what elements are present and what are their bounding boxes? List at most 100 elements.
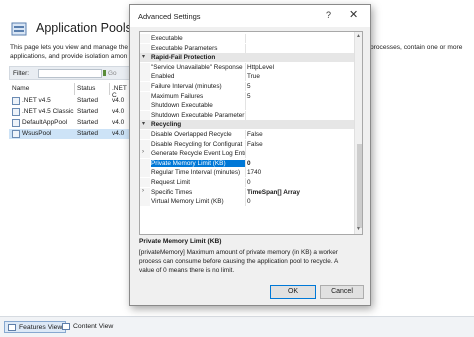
property-row[interactable]: › Generate Recycle Event Log Entr: [140, 149, 354, 159]
close-button[interactable]: ✕: [349, 8, 358, 21]
property-name: Executable: [151, 35, 183, 42]
property-value[interactable]: False: [247, 131, 353, 138]
column-divider: [245, 149, 246, 159]
property-row[interactable]: › Specific Times TimeSpan[] Array: [140, 187, 354, 197]
property-row[interactable]: Regular Time Interval (minutes) 1740: [140, 168, 354, 178]
column-divider: [245, 158, 246, 168]
tab-features-view[interactable]: Features View: [4, 321, 67, 333]
row-gutter: [140, 130, 150, 139]
app-pool-icon: [12, 119, 20, 127]
property-value[interactable]: TimeSpan[] Array: [247, 189, 353, 196]
column-divider: [245, 139, 246, 149]
pool-name: DefaultAppPool: [22, 119, 68, 126]
page-description-line1: This page lets you view and manage the l: [10, 44, 132, 51]
property-row[interactable]: Shutdown Executable Parameter: [140, 110, 354, 120]
property-value[interactable]: True: [247, 73, 353, 80]
tab-features-label: Features View: [19, 324, 63, 331]
app-pool-icon: [12, 130, 20, 138]
property-name: Regular Time Interval (minutes): [151, 169, 241, 177]
dialog-titlebar[interactable]: Advanced Settings ? ✕: [130, 5, 370, 27]
property-row[interactable]: Virtual Memory Limit (KB) 0: [140, 197, 354, 207]
column-divider: [245, 197, 246, 207]
column-header-name[interactable]: Name: [12, 85, 29, 92]
property-row[interactable]: Enabled True: [140, 72, 354, 82]
pool-row[interactable]: .NET v4.5 Classic Started v4.0: [9, 107, 131, 117]
property-row[interactable]: Maximum Failures 5: [140, 91, 354, 101]
column-divider: [74, 83, 75, 95]
property-value[interactable]: 0: [247, 198, 353, 205]
pool-status: Started: [77, 130, 98, 137]
help-button[interactable]: ?: [326, 10, 331, 20]
property-name: Request Limit: [151, 179, 191, 186]
vertical-scrollbar[interactable]: ▲ ▼: [354, 32, 362, 234]
scroll-up-icon[interactable]: ▲: [356, 33, 361, 39]
filter-label: Filter:: [13, 70, 29, 77]
description-line: [privateMemory] Maximum amount of privat…: [139, 249, 338, 256]
property-row[interactable]: Executable Parameters: [140, 43, 354, 53]
pool-name: .NET v4.5 Classic: [22, 108, 74, 115]
property-row[interactable]: Executable: [140, 34, 354, 43]
property-value-input[interactable]: 0: [247, 160, 353, 167]
property-row-selected[interactable]: Private Memory Limit (KB) 0: [140, 158, 354, 168]
property-row[interactable]: Shutdown Executable: [140, 101, 354, 111]
row-gutter: [140, 139, 150, 149]
pool-row-selected[interactable]: WsusPool Started v4.0: [9, 129, 131, 139]
row-gutter: [140, 62, 150, 72]
property-name: Maximum Failures: [151, 92, 204, 100]
property-name: Virtual Memory Limit (KB): [151, 198, 224, 206]
property-category[interactable]: ▾ Rapid-Fail Protection: [140, 53, 354, 63]
column-divider: [245, 101, 246, 111]
property-value[interactable]: 5: [247, 93, 353, 100]
property-name: Shutdown Executable: [151, 102, 213, 110]
view-tabs-bar: Features View Content View: [0, 316, 474, 337]
column-divider: [245, 91, 246, 101]
scroll-down-icon[interactable]: ▼: [356, 226, 361, 232]
app-pool-icon: [12, 97, 20, 105]
pool-status: Started: [77, 108, 98, 115]
tab-content-view[interactable]: Content View: [59, 321, 116, 333]
property-name: Enabled: [151, 73, 175, 81]
cancel-button[interactable]: Cancel: [320, 285, 364, 299]
property-value[interactable]: HttpLevel: [247, 64, 353, 71]
column-divider: [245, 187, 246, 197]
features-view-icon: [8, 324, 16, 331]
column-header-status[interactable]: Status: [77, 85, 95, 92]
property-row[interactable]: Failure Interval (minutes) 5: [140, 82, 354, 91]
property-value[interactable]: 1740: [247, 169, 353, 176]
property-value[interactable]: False: [247, 141, 353, 148]
row-gutter: ›: [140, 149, 150, 159]
property-name: Disable Recycling for Configurat: [151, 140, 243, 148]
property-name: Disable Overlapped Recycle: [151, 131, 232, 138]
property-category[interactable]: ▾ Recycling: [140, 120, 354, 130]
column-divider: [245, 82, 246, 91]
scrollbar-thumb[interactable]: [357, 144, 362, 228]
row-gutter: [140, 72, 150, 82]
column-divider: [245, 178, 246, 187]
property-value[interactable]: 0: [247, 179, 353, 186]
property-value[interactable]: 5: [247, 83, 353, 90]
expand-caret-icon[interactable]: ›: [142, 188, 144, 194]
property-row[interactable]: Disable Overlapped Recycle False: [140, 130, 354, 139]
property-row[interactable]: "Service Unavailable" Response HttpLevel: [140, 62, 354, 72]
row-gutter: [140, 34, 150, 43]
row-gutter: [140, 178, 150, 187]
column-divider: [109, 83, 110, 95]
column-divider: [245, 43, 246, 53]
row-gutter: [140, 110, 150, 120]
expand-caret-icon[interactable]: ›: [142, 149, 144, 155]
ok-button[interactable]: OK: [270, 285, 316, 299]
collapse-caret-icon[interactable]: ▾: [142, 120, 145, 127]
property-row[interactable]: Disable Recycling for Configurat False: [140, 139, 354, 149]
collapse-caret-icon[interactable]: ▾: [142, 53, 145, 60]
content-view-icon: [62, 323, 70, 330]
pool-row[interactable]: DefaultAppPool Started v4.0: [9, 118, 131, 128]
pool-net-version: v4.0: [112, 97, 125, 104]
pool-row[interactable]: .NET v4.5 Started v4.0: [9, 96, 131, 106]
page-title: Application Pools: [36, 21, 132, 35]
filter-input[interactable]: [38, 69, 102, 78]
go-button[interactable]: Go: [108, 70, 117, 77]
pool-net-version: v4.0: [112, 108, 125, 115]
property-row[interactable]: Request Limit 0: [140, 178, 354, 187]
row-gutter: [140, 197, 150, 207]
property-name: Generate Recycle Event Log Entr: [151, 150, 245, 158]
